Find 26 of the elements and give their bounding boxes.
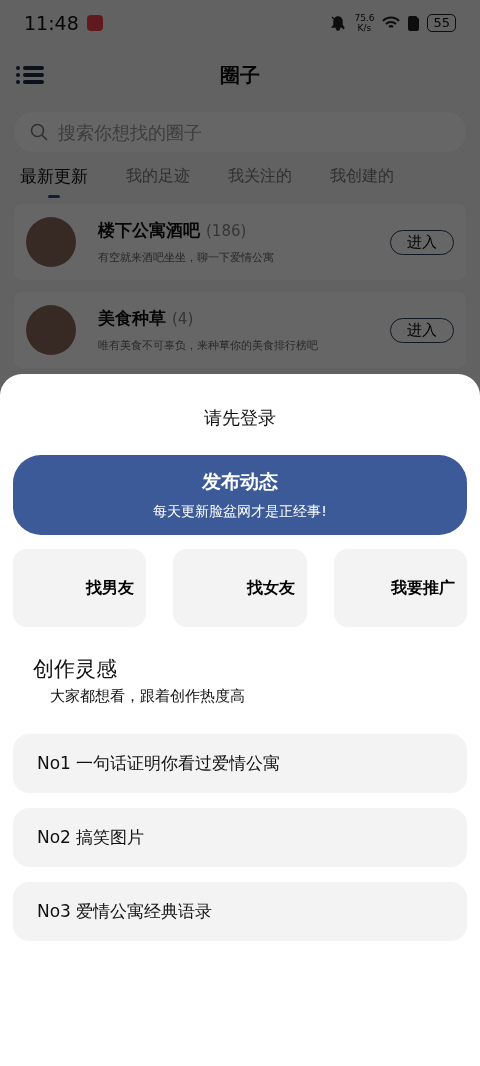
circle-name: 美食种草 [98, 307, 166, 330]
section-subtitle: 大家都想看，跟着创作热度高 [50, 687, 245, 705]
sim-icon [408, 15, 420, 31]
photo-placeholder [26, 305, 76, 355]
status-time: 11:48 [24, 12, 79, 34]
topic-button[interactable]: No3 爱情公寓经典语录 [13, 882, 467, 941]
enter-button[interactable]: 进入 [390, 317, 454, 343]
sheet-title: 请先登录 [204, 407, 276, 428]
photo-placeholder [26, 217, 76, 267]
shortcut-button[interactable]: 我要推广 [333, 549, 467, 627]
topic-button[interactable]: No1 一句话证明你看过爱情公寓 [13, 734, 467, 793]
network-speed: 75.6 K/s [354, 13, 375, 33]
battery-indicator: 55 [427, 14, 456, 32]
menu-icon[interactable] [16, 65, 44, 85]
enter-button[interactable]: 进入 [390, 229, 454, 255]
shortcut-button[interactable]: 找女友 [173, 549, 307, 627]
circle-name: 楼下公寓酒吧 [98, 219, 200, 242]
app-notification-icon [86, 15, 103, 31]
shortcut-button[interactable]: 找男友 [13, 549, 147, 627]
tab[interactable]: 最新更新 [14, 164, 94, 198]
page-title: 圈子 [220, 62, 260, 87]
publish-button[interactable]: 发布动态 每天更新脸盆网才是正经事! [13, 455, 467, 535]
section-title: 创作灵感 [33, 657, 117, 681]
topic-button[interactable]: No2 搞笑图片 [13, 808, 467, 867]
muted-bell-icon [330, 15, 347, 31]
wifi-icon [382, 16, 401, 30]
